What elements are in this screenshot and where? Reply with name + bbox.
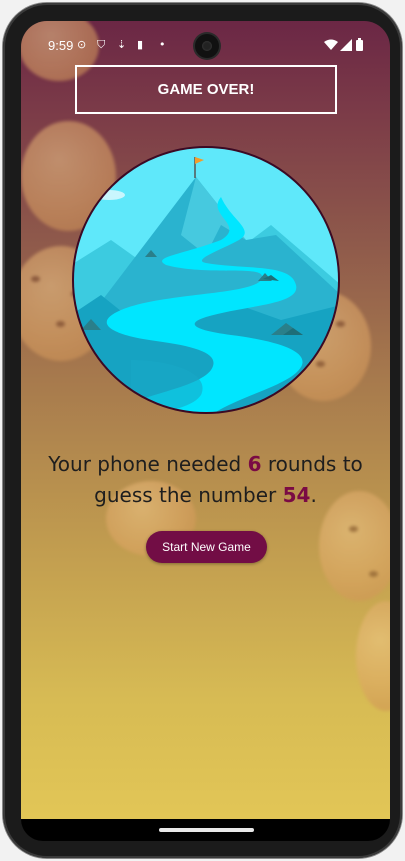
phone-frame: 9:59 ⊙ ⛉ ⇣ ▮ • GAME OVER! Your phone nee…: [3, 3, 402, 858]
sd-card-icon: ▮: [137, 38, 144, 51]
battery-icon: [356, 38, 363, 51]
message-prefix: Your phone needed: [48, 452, 242, 476]
status-bar: 9:59 ⊙ ⛉ ⇣ ▮ •: [21, 21, 390, 65]
rounds-count: 6: [247, 452, 262, 476]
app-screen: 9:59 ⊙ ⛉ ⇣ ▮ • GAME OVER! Your phone nee…: [21, 21, 390, 819]
guessed-number: 54: [282, 483, 311, 507]
front-camera: [195, 34, 219, 58]
record-icon: ⊙: [77, 38, 87, 51]
wifi-icon: [324, 39, 338, 50]
dot-icon: •: [159, 38, 166, 51]
usb-icon: ⇣: [117, 38, 127, 51]
home-gesture-handle[interactable]: [159, 828, 254, 832]
cookie-decoration: [356, 601, 390, 711]
start-new-game-button[interactable]: Start New Game: [146, 531, 267, 563]
game-over-title: GAME OVER!: [75, 65, 337, 114]
navigation-bar: [21, 819, 390, 841]
message-suffix: .: [310, 483, 317, 507]
result-message: Your phone needed 6 rounds to guess the …: [21, 449, 390, 511]
signal-icon: [340, 39, 352, 51]
mountain-illustration: [72, 146, 340, 414]
shield-icon: ⛉: [97, 38, 106, 51]
status-time: 9:59: [48, 38, 74, 53]
